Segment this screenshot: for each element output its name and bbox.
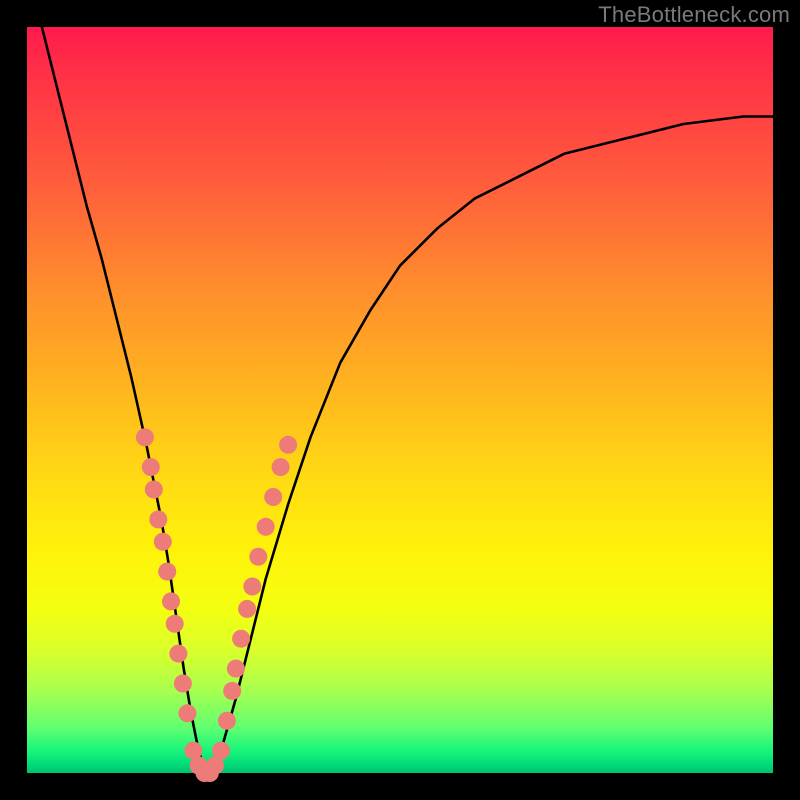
data-marker [264,488,282,506]
data-marker [212,742,230,760]
data-marker [162,592,180,610]
data-marker [149,510,167,528]
data-marker [169,645,187,663]
data-marker [223,682,241,700]
watermark-text: TheBottleneck.com [598,2,790,28]
data-marker [243,578,261,596]
data-marker [227,660,245,678]
data-markers [136,428,297,782]
chart-svg [27,27,773,773]
data-marker [238,600,256,618]
data-marker [136,428,154,446]
data-marker [154,533,172,551]
chart-frame: TheBottleneck.com [0,0,800,800]
data-marker [279,436,297,454]
data-marker [257,518,275,536]
data-marker [174,675,192,693]
data-marker [158,563,176,581]
data-marker [272,458,290,476]
data-marker [178,704,196,722]
data-marker [249,548,267,566]
data-marker [232,630,250,648]
data-marker [145,481,163,499]
data-marker [142,458,160,476]
bottleneck-curve [42,27,773,773]
data-marker [218,712,236,730]
data-marker [166,615,184,633]
